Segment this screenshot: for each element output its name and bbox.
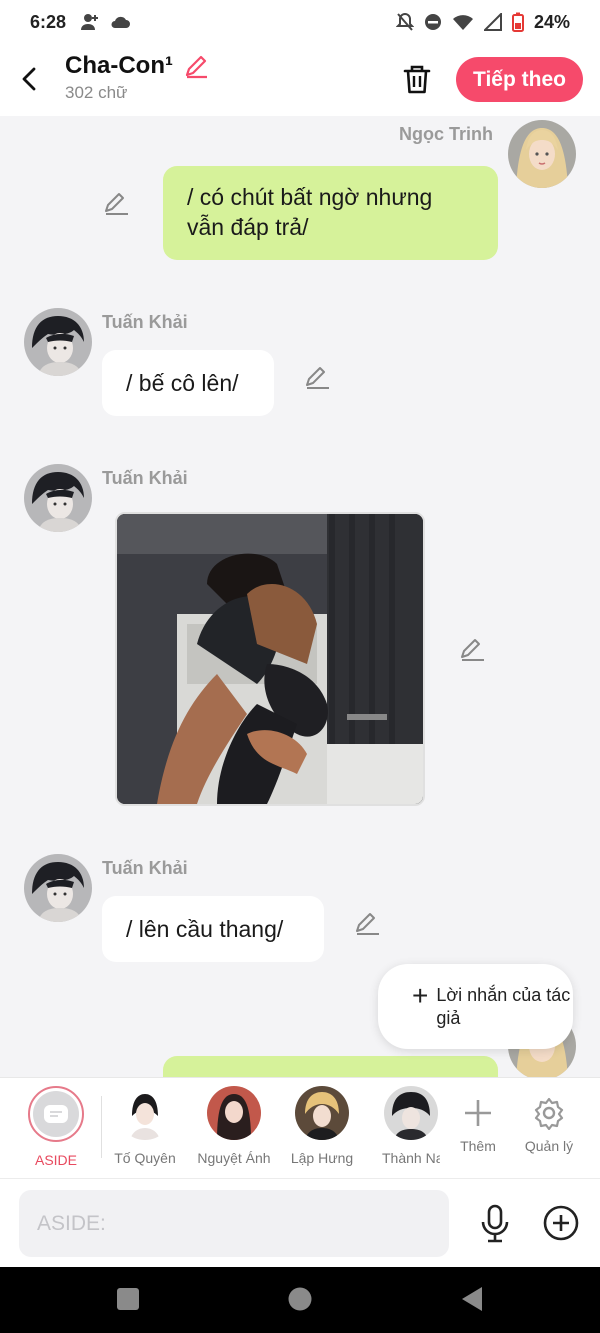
edit-message-icon[interactable] [354, 910, 380, 936]
battery-percent: 24% [533, 11, 570, 32]
sender-name: Tuấn Khải [102, 312, 188, 332]
recents-icon[interactable] [116, 1287, 140, 1311]
next-button[interactable]: Tiếp theo [456, 57, 583, 102]
message-bubble[interactable]: / bế cô lên/ [102, 350, 274, 416]
input-bar [0, 1178, 600, 1267]
plus-icon: + [412, 979, 429, 1011]
dnd-icon [424, 14, 441, 30]
character-label: ASIDE [34, 1152, 77, 1168]
message-image[interactable] [115, 512, 425, 806]
add-attachment-button[interactable] [542, 1204, 580, 1242]
edit-title-icon[interactable] [183, 53, 209, 79]
back-nav-icon[interactable] [460, 1286, 484, 1312]
character-label: Thành Na [382, 1150, 440, 1166]
character-bar: ASIDE Tố Quyên Nguyệt Ánh Lập Hưng Thành… [0, 1077, 600, 1178]
message-bubble-partial[interactable] [163, 1056, 498, 1077]
character-lap-hung[interactable]: Lập Hưng [277, 1086, 367, 1166]
system-nav-bar [0, 1267, 600, 1333]
chat-area[interactable]: Ngọc Trinh / có chút bất ngờ nhưng vẫn đ… [0, 116, 600, 1077]
cloud-icon [111, 16, 131, 28]
message-input[interactable] [19, 1190, 449, 1257]
edit-message-icon[interactable] [304, 364, 330, 390]
microphone-icon [481, 1204, 509, 1243]
sender-name: Tuấn Khải [102, 858, 188, 878]
avatar-ngoc-trinh[interactable] [508, 120, 576, 188]
edit-message-icon[interactable] [459, 636, 485, 662]
message-bubble[interactable]: / lên cầu thang/ [102, 896, 324, 962]
sender-name: Tuấn Khải [102, 468, 188, 488]
character-label: Quản lý [524, 1138, 574, 1154]
avatar-tuan-khai[interactable] [24, 854, 92, 922]
chevron-left-icon [22, 67, 36, 91]
status-time: 6:28 [30, 11, 67, 32]
person-add-icon [81, 14, 99, 30]
character-label: Nguyệt Ánh [197, 1150, 271, 1166]
back-button[interactable] [14, 64, 44, 94]
plus-circle-icon [543, 1205, 579, 1241]
character-aside[interactable]: ASIDE [11, 1086, 101, 1168]
plus-icon [465, 1100, 491, 1126]
bell-off-icon [395, 12, 414, 31]
author-note-button[interactable]: + Lời nhắn của tác giả [378, 964, 573, 1049]
character-to-quyen[interactable]: Tố Quyên [100, 1086, 190, 1166]
character-label: Tố Quyên [114, 1150, 176, 1166]
trash-icon [403, 65, 431, 94]
manage-characters-button[interactable]: Quản lý [503, 1086, 595, 1154]
home-icon[interactable] [288, 1287, 312, 1311]
author-note-label: Lời nhắn của tác giả [436, 984, 571, 1028]
chat-bubble-icon [44, 1105, 68, 1123]
avatar-tuan-khai[interactable] [24, 308, 92, 376]
edit-message-icon[interactable] [103, 190, 129, 216]
avatar-tuan-khai[interactable] [24, 464, 92, 532]
word-count: 302 chữ [65, 83, 128, 102]
signal-icon [483, 13, 502, 31]
character-nguyet-anh[interactable]: Nguyệt Ánh [189, 1086, 279, 1166]
wifi-icon [452, 15, 473, 30]
gear-icon [534, 1097, 564, 1130]
story-title: Cha-Con¹ [65, 52, 173, 79]
battery-icon [511, 12, 524, 32]
message-bubble[interactable]: / có chút bất ngờ nhưng vẫn đáp trả/ [163, 166, 498, 260]
sender-name: Ngọc Trinh [399, 124, 493, 144]
delete-button[interactable] [400, 62, 434, 96]
editor-header: Cha-Con¹ 302 chữ Tiếp theo [0, 44, 600, 116]
voice-button[interactable] [478, 1204, 512, 1244]
character-label: Lập Hưng [290, 1150, 354, 1166]
status-bar: 6:28 24% [0, 0, 600, 44]
